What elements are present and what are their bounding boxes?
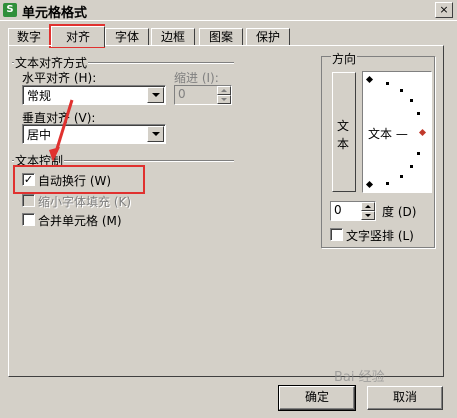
degrees-label: 度 (D) — [382, 205, 417, 219]
degrees-spin-buttons[interactable] — [361, 202, 375, 220]
degrees-spinner[interactable]: 0 — [330, 201, 376, 221]
window-title: 单元格格式 — [22, 6, 88, 21]
group-label-orientation: 方向 — [331, 50, 358, 67]
spin-down-icon — [217, 95, 231, 104]
vertical-stack-checkbox[interactable] — [330, 228, 343, 241]
close-button[interactable]: × — [435, 2, 453, 18]
dial-tick — [386, 182, 389, 185]
vertical-align-select[interactable]: 居中 — [22, 124, 166, 144]
shrink-to-fit-checkbox — [22, 194, 35, 207]
vertical-stack-checkbox-row[interactable]: 文字竖排 (L) — [330, 227, 430, 243]
cancel-button[interactable]: 取消 — [367, 386, 443, 410]
indent-spinner: 0 — [174, 85, 232, 105]
dial-tick — [410, 99, 413, 102]
chevron-down-icon[interactable] — [147, 126, 164, 142]
vertical-text-button[interactable]: 文 本 — [332, 72, 356, 192]
indent-spin-buttons — [217, 86, 231, 104]
horizontal-align-select[interactable]: 常规 — [22, 85, 166, 105]
vertical-stack-label: 文字竖排 (L) — [346, 229, 414, 243]
horizontal-align-value: 常规 — [27, 89, 52, 103]
dial-tick — [386, 82, 389, 85]
dial-text-label: 文本 — — [368, 127, 408, 141]
indent-label: 缩进 (I): — [174, 71, 219, 85]
dial-tick — [410, 165, 413, 168]
merge-cells-checkbox[interactable] — [22, 213, 35, 226]
title-bar: S 单元格格式 × — [0, 0, 457, 21]
app-icon: S — [3, 3, 17, 17]
degrees-value: 0 — [334, 203, 342, 217]
tab-border[interactable]: 边框 — [151, 28, 195, 46]
dial-pointer[interactable] — [418, 128, 427, 137]
spin-up-icon[interactable] — [361, 202, 375, 211]
dial-marker-top — [365, 75, 374, 84]
format-cells-dialog: S 单元格格式 × 数字 对齐 字体 边框 图案 保护 文本对齐方式 水平对齐 … — [0, 0, 457, 418]
tab-alignment[interactable]: 对齐 — [51, 26, 105, 47]
tab-patterns[interactable]: 图案 — [199, 28, 243, 46]
tab-font[interactable]: 字体 — [105, 28, 149, 46]
orientation-dial[interactable]: 文本 — — [362, 71, 432, 193]
vertical-text-char-2: 本 — [337, 137, 350, 151]
shrink-to-fit-checkbox-row: 缩小字体填充 (K) — [22, 193, 162, 209]
indent-value: 0 — [178, 87, 186, 101]
vertical-align-value: 居中 — [27, 128, 52, 142]
vertical-text-char-1: 文 — [337, 119, 350, 133]
watermark: Bai 经验 — [334, 370, 385, 385]
dial-tick — [400, 175, 403, 178]
spin-down-icon[interactable] — [361, 211, 375, 220]
shrink-to-fit-label: 缩小字体填充 (K) — [38, 195, 132, 209]
tab-number[interactable]: 数字 — [8, 28, 50, 46]
dial-tick — [417, 112, 420, 115]
highlight-wrap-text — [13, 165, 145, 194]
dial-tick — [417, 152, 420, 155]
dial-tick — [400, 89, 403, 92]
horizontal-align-label: 水平对齐 (H): — [22, 71, 97, 85]
chevron-down-icon[interactable] — [147, 87, 164, 103]
merge-cells-label: 合并单元格 (M) — [38, 214, 122, 228]
spin-up-icon — [217, 86, 231, 95]
tab-protection[interactable]: 保护 — [246, 28, 290, 46]
dial-marker-bottom — [365, 180, 374, 189]
ok-button[interactable]: 确定 — [278, 385, 356, 411]
merge-cells-checkbox-row[interactable]: 合并单元格 (M) — [22, 212, 142, 228]
